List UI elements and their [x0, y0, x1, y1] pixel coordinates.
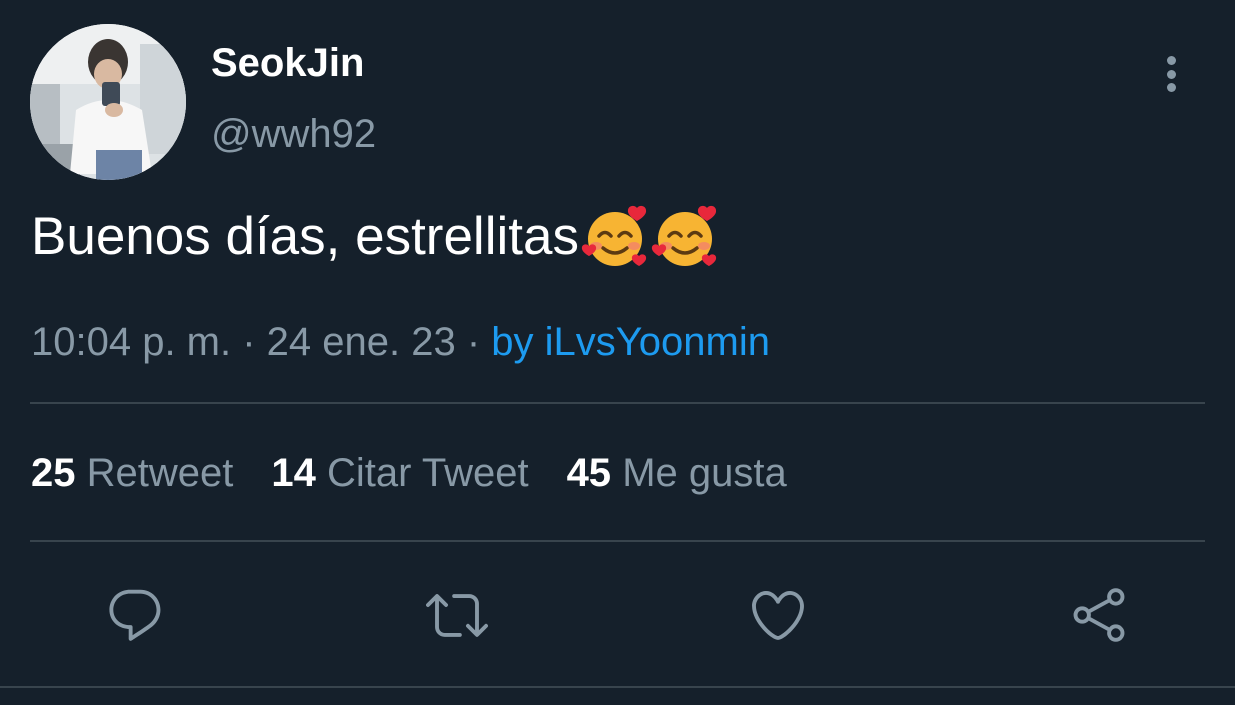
- retweet-button[interactable]: [422, 580, 492, 650]
- tweet-meta: 10:04 p. m. · 24 ene. 23 · by iLvsYoonmi…: [31, 318, 770, 366]
- share-icon: [1073, 588, 1125, 642]
- via-link[interactable]: by iLvsYoonmin: [491, 320, 770, 364]
- engagement-stats: 25 Retweet 14 Citar Tweet 45 Me gusta: [31, 449, 825, 497]
- smiling-face-with-hearts-icon: [581, 205, 647, 266]
- tweet-text: Buenos días, estrellitas: [31, 204, 721, 270]
- username-handle[interactable]: @wwh92: [211, 111, 376, 157]
- like-icon: [752, 591, 804, 640]
- divider: [30, 540, 1205, 542]
- stat-retweets[interactable]: 25 Retweet: [31, 449, 233, 497]
- like-button[interactable]: [743, 580, 813, 650]
- stat-label: Retweet: [86, 451, 234, 495]
- stat-label: Me gusta: [622, 451, 787, 495]
- stat-quote-tweets[interactable]: 14 Citar Tweet: [271, 449, 528, 497]
- display-name[interactable]: SeokJin: [211, 40, 364, 86]
- avatar-photo: [30, 24, 186, 180]
- avatar[interactable]: [30, 24, 186, 180]
- stat-likes[interactable]: 45 Me gusta: [567, 449, 787, 497]
- retweet-icon: [426, 594, 488, 637]
- stat-count: 45: [566, 451, 612, 495]
- smiling-face-with-hearts-icon: [651, 205, 717, 266]
- timestamp: 10:04 p. m. · 24 ene. 23 ·: [31, 320, 492, 364]
- stat-label: Citar Tweet: [327, 451, 529, 495]
- share-button[interactable]: [1064, 580, 1134, 650]
- divider: [0, 686, 1235, 688]
- reply-icon: [109, 589, 161, 641]
- divider: [30, 402, 1205, 404]
- reply-button[interactable]: [100, 580, 170, 650]
- stat-count: 14: [271, 451, 316, 495]
- action-bar: [0, 580, 1235, 650]
- tweet-text-content: Buenos días, estrellitas: [31, 207, 579, 266]
- stat-count: 25: [31, 451, 76, 495]
- more-options-icon[interactable]: [1151, 52, 1191, 96]
